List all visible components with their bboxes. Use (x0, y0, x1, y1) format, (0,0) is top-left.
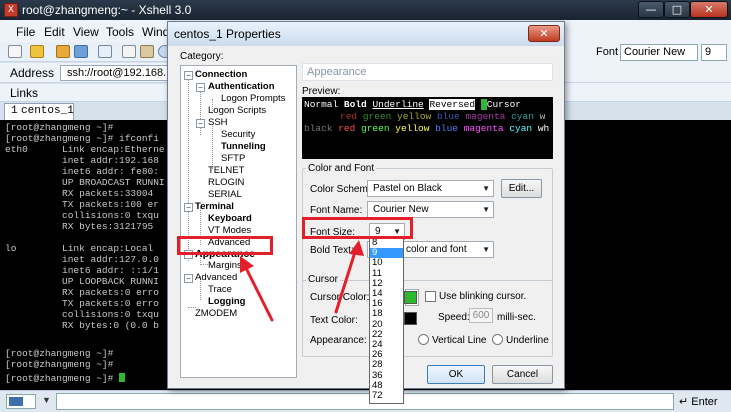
arrow-to-font-size (334, 250, 357, 314)
annotation-arrows (240, 240, 364, 322)
arrow-head-font-size (349, 240, 364, 256)
arrow-to-appearance (244, 266, 274, 322)
